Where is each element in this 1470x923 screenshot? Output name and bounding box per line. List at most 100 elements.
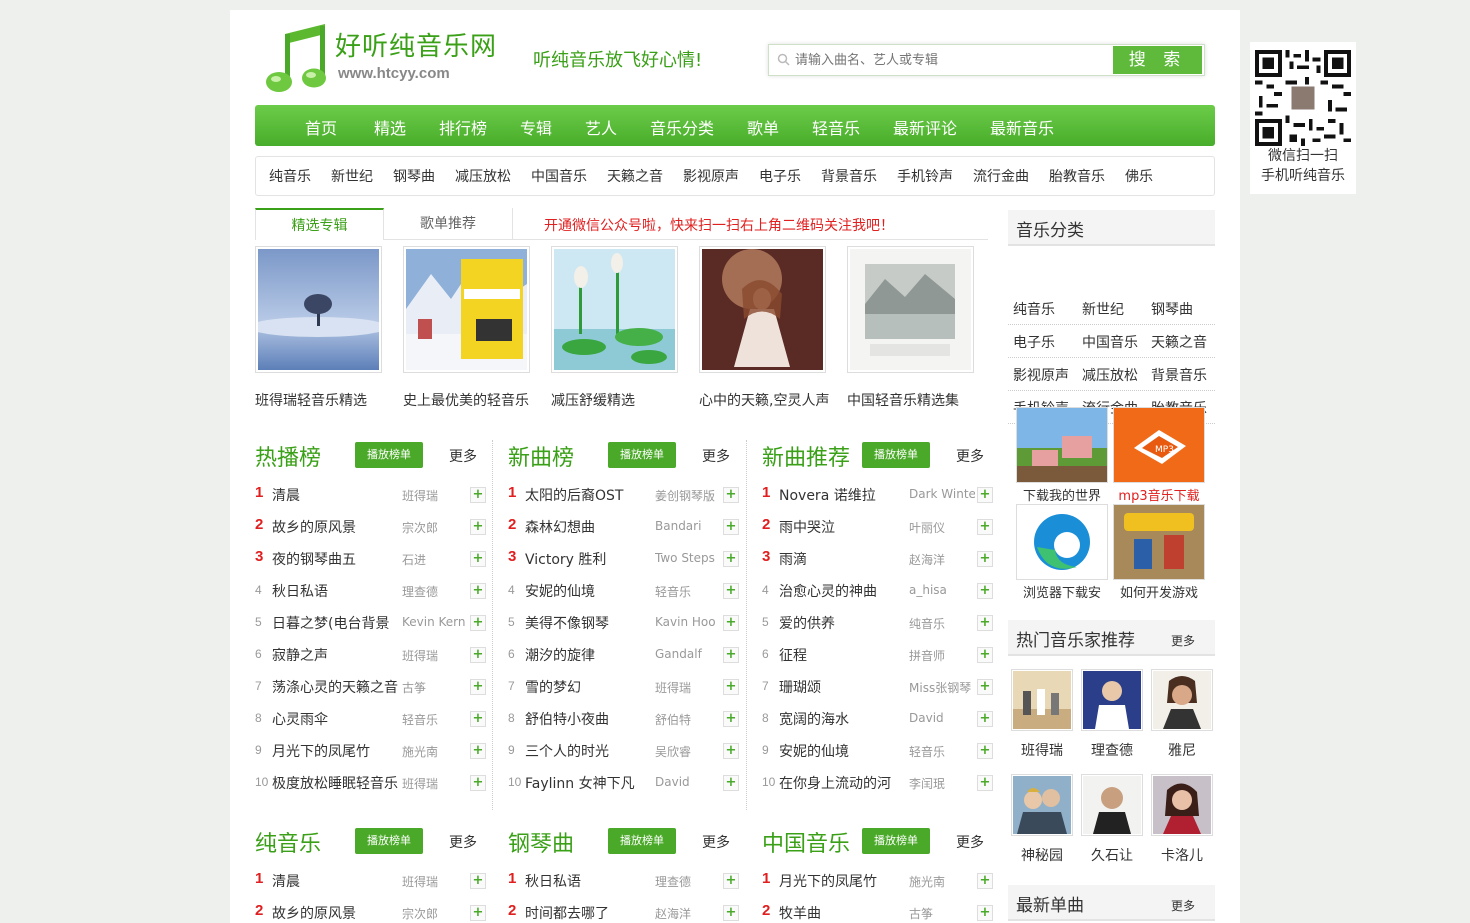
nav-item-latest[interactable]: 最新音乐 bbox=[990, 115, 1054, 139]
category-link[interactable]: 钢琴曲 bbox=[1151, 299, 1193, 319]
song-title[interactable]: 日暮之梦(电台背景 bbox=[272, 613, 400, 633]
artists-more-link[interactable]: 更多 bbox=[1171, 632, 1195, 649]
add-to-playlist-icon[interactable]: + bbox=[977, 615, 993, 631]
category-link[interactable]: 纯音乐 bbox=[1013, 299, 1055, 319]
add-to-playlist-icon[interactable]: + bbox=[977, 519, 993, 535]
add-to-playlist-icon[interactable]: + bbox=[470, 905, 486, 921]
song-artist[interactable]: 古筝 bbox=[909, 905, 975, 922]
artist-card[interactable]: 理查德 bbox=[1081, 669, 1143, 760]
artist-photo[interactable] bbox=[1011, 774, 1073, 836]
album-card[interactable]: 史上最优美的轻音乐 bbox=[403, 246, 530, 410]
search-button[interactable]: 搜 索 bbox=[1113, 46, 1202, 74]
album-cover[interactable] bbox=[699, 246, 826, 373]
more-link[interactable]: 更多 bbox=[449, 832, 477, 852]
song-artist[interactable]: 纯音乐 bbox=[909, 615, 975, 632]
song-artist[interactable]: 古筝 bbox=[402, 679, 468, 696]
song-artist[interactable]: 理查德 bbox=[402, 583, 468, 600]
artist-name[interactable]: 理查德 bbox=[1081, 740, 1143, 760]
song-artist[interactable]: 班得瑞 bbox=[402, 873, 468, 890]
tab-playlist-recommend[interactable]: 歌单推荐 bbox=[384, 208, 513, 240]
song-title[interactable]: 三个人的时光 bbox=[525, 741, 653, 761]
add-to-playlist-icon[interactable]: + bbox=[470, 873, 486, 889]
add-to-playlist-icon[interactable]: + bbox=[977, 647, 993, 663]
artist-photo[interactable] bbox=[1081, 669, 1143, 731]
artist-card[interactable]: 神秘园 bbox=[1011, 774, 1073, 865]
song-title[interactable]: 雨中哭泣 bbox=[779, 517, 907, 537]
song-title[interactable]: 安妮的仙境 bbox=[779, 741, 907, 761]
nav-item-home[interactable]: 首页 bbox=[305, 115, 337, 139]
artist-card[interactable]: 班得瑞 bbox=[1011, 669, 1073, 760]
artist-name[interactable]: 神秘园 bbox=[1011, 845, 1073, 865]
add-to-playlist-icon[interactable]: + bbox=[723, 583, 739, 599]
artist-name[interactable]: 久石让 bbox=[1081, 845, 1143, 865]
song-title[interactable]: Victory 胜利 bbox=[525, 549, 653, 569]
genre-item[interactable]: 流行金曲 bbox=[973, 166, 1029, 186]
song-title[interactable]: 爱的供养 bbox=[779, 613, 907, 633]
site-logo[interactable]: 好听纯音乐网 www.htcyy.com bbox=[263, 22, 503, 102]
song-title[interactable]: 寂静之声 bbox=[272, 645, 400, 665]
song-artist[interactable]: a_hisa bbox=[909, 583, 975, 597]
song-title[interactable]: 时间都去哪了 bbox=[525, 903, 653, 923]
song-title[interactable]: 潮汐的旋律 bbox=[525, 645, 653, 665]
album-title[interactable]: 中国轻音乐精选集 bbox=[847, 390, 974, 410]
song-artist[interactable]: 宗次郎 bbox=[402, 905, 468, 922]
album-cover[interactable] bbox=[255, 246, 382, 373]
add-to-playlist-icon[interactable]: + bbox=[470, 615, 486, 631]
add-to-playlist-icon[interactable]: + bbox=[977, 905, 993, 921]
tab-featured-albums[interactable]: 精选专辑 bbox=[255, 208, 384, 240]
song-artist[interactable]: 轻音乐 bbox=[909, 743, 975, 760]
nav-item-artists[interactable]: 艺人 bbox=[585, 115, 617, 139]
add-to-playlist-icon[interactable]: + bbox=[977, 873, 993, 889]
genre-item[interactable]: 减压放松 bbox=[455, 166, 511, 186]
album-cover[interactable] bbox=[847, 246, 974, 373]
song-title[interactable]: 牧羊曲 bbox=[779, 903, 907, 923]
genre-item[interactable]: 中国音乐 bbox=[531, 166, 587, 186]
song-artist[interactable]: Kevin Kern bbox=[402, 615, 468, 629]
song-artist[interactable]: 石进 bbox=[402, 551, 468, 568]
add-to-playlist-icon[interactable]: + bbox=[470, 519, 486, 535]
song-title[interactable]: 清晨 bbox=[272, 871, 400, 891]
panel-title[interactable]: 新曲推荐 bbox=[762, 440, 850, 472]
song-artist[interactable]: 叶丽仪 bbox=[909, 519, 975, 536]
genre-item[interactable]: 天籁之音 bbox=[607, 166, 663, 186]
ad-card[interactable]: MP3 mp3音乐下载 bbox=[1113, 407, 1205, 504]
add-to-playlist-icon[interactable]: + bbox=[977, 711, 993, 727]
song-title[interactable]: 征程 bbox=[779, 645, 907, 665]
genre-item[interactable]: 新世纪 bbox=[331, 166, 373, 186]
artist-photo[interactable] bbox=[1081, 774, 1143, 836]
genre-item[interactable]: 胎教音乐 bbox=[1049, 166, 1105, 186]
song-artist[interactable]: 班得瑞 bbox=[402, 647, 468, 664]
artist-card[interactable]: 久石让 bbox=[1081, 774, 1143, 865]
song-title[interactable]: 美得不像钢琴 bbox=[525, 613, 653, 633]
genre-item[interactable]: 佛乐 bbox=[1125, 166, 1153, 186]
album-cover[interactable] bbox=[403, 246, 530, 373]
panel-title[interactable]: 新曲榜 bbox=[508, 440, 574, 472]
artist-photo[interactable] bbox=[1011, 669, 1073, 731]
add-to-playlist-icon[interactable]: + bbox=[723, 487, 739, 503]
song-title[interactable]: 珊瑚颂 bbox=[779, 677, 907, 697]
add-to-playlist-icon[interactable]: + bbox=[977, 775, 993, 791]
nav-item-light-music[interactable]: 轻音乐 bbox=[812, 115, 860, 139]
add-to-playlist-icon[interactable]: + bbox=[723, 873, 739, 889]
song-artist[interactable]: 姜创钢琴版 bbox=[655, 487, 721, 504]
song-title[interactable]: 治愈心灵的神曲 bbox=[779, 581, 907, 601]
song-artist[interactable]: Miss张钢琴 bbox=[909, 679, 975, 696]
add-to-playlist-icon[interactable]: + bbox=[723, 905, 739, 921]
genre-item[interactable]: 手机铃声 bbox=[897, 166, 953, 186]
song-artist[interactable]: 宗次郎 bbox=[402, 519, 468, 536]
song-title[interactable]: 雪的梦幻 bbox=[525, 677, 653, 697]
song-title[interactable]: 荡涤心灵的天籁之音 bbox=[272, 677, 400, 697]
ad-card[interactable]: 下载我的世界 bbox=[1016, 407, 1108, 504]
song-title[interactable]: Novera 诺维拉 bbox=[779, 485, 907, 505]
add-to-playlist-icon[interactable]: + bbox=[470, 679, 486, 695]
category-link[interactable]: 电子乐 bbox=[1013, 332, 1055, 352]
category-link[interactable]: 天籁之音 bbox=[1151, 332, 1207, 352]
panel-title[interactable]: 纯音乐 bbox=[255, 826, 321, 858]
song-artist[interactable]: Dark Winter bbox=[909, 487, 975, 501]
song-title[interactable]: 太阳的后裔OST bbox=[525, 485, 653, 505]
song-title[interactable]: 心灵雨伞 bbox=[272, 709, 400, 729]
add-to-playlist-icon[interactable]: + bbox=[470, 711, 486, 727]
song-title[interactable]: 在你身上流动的河 bbox=[779, 773, 907, 793]
song-artist[interactable]: 轻音乐 bbox=[655, 583, 721, 600]
genre-item[interactable]: 背景音乐 bbox=[821, 166, 877, 186]
